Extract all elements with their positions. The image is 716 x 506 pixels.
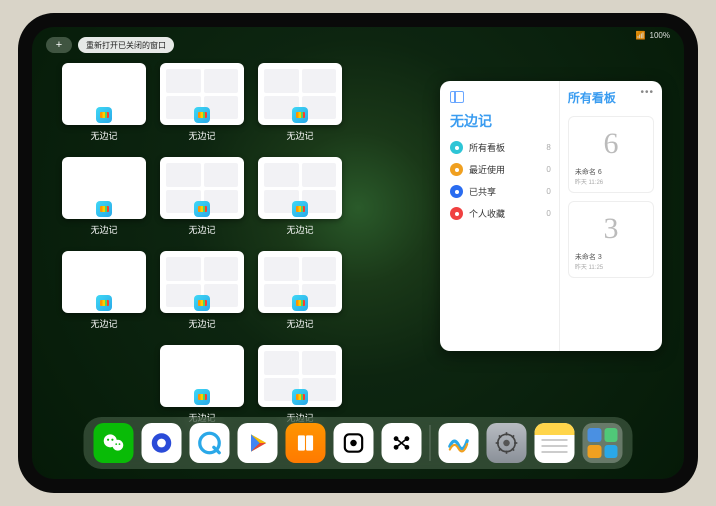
window-preview [258,63,342,125]
sidebar-toggle-icon[interactable] [450,91,464,103]
sidebar-title: 无边记 [450,111,551,131]
more-icon[interactable]: ••• [640,87,654,98]
sidebar-list: 所有看板 8 最近使用 0 已共享 0 个人收藏 0 [450,141,551,220]
sidebar-item-icon [450,207,463,220]
quark-icon[interactable] [190,423,230,463]
window-thumb[interactable]: 无边记 [62,63,146,145]
freeform-mini-icon [194,201,210,217]
top-controls: + 重新打开已关闭的窗口 [46,37,174,53]
window-thumb[interactable]: 无边记 [258,345,342,427]
sidebar-item-count: 8 [546,143,550,152]
sidebar-item-label: 已共享 [469,185,496,198]
wifi-icon: 📶 [636,31,646,40]
window-preview [258,157,342,219]
window-preview [160,63,244,125]
window-thumb[interactable]: 无边记 [160,63,244,145]
freeform-mini-icon [194,107,210,123]
dock [84,417,633,469]
dice-app-icon[interactable] [334,423,374,463]
dock-folder[interactable] [583,423,623,463]
board-title: 未命名 6 [573,167,604,177]
sidebar-item-label: 个人收藏 [469,207,505,220]
window-label: 无边记 [188,129,215,142]
dock-separator [430,425,431,461]
board-sketch: 6 [573,121,649,167]
window-preview [160,251,244,313]
freeform-mini-icon [194,389,210,405]
freeform-mini-icon [96,201,112,217]
sidebar-item-icon [450,185,463,198]
window-label: 无边记 [286,129,313,142]
window-grid: 无边记无边记无边记无边记无边记无边记无边记无边记无边记无边记无边记 [62,63,440,427]
new-window-button[interactable]: + [46,37,72,53]
books-icon[interactable] [286,423,326,463]
window-label: 无边记 [286,223,313,236]
qqbrowser-icon[interactable] [142,423,182,463]
freeform-mini-icon [292,201,308,217]
sidebar-item[interactable]: 已共享 0 [450,185,551,198]
sidebar-item[interactable]: 所有看板 8 [450,141,551,154]
sidebar-item-label: 所有看板 [469,141,505,154]
battery-text: 100% [650,31,670,40]
dots-app-icon[interactable] [382,423,422,463]
window-label: 无边记 [90,317,117,330]
window-preview [160,345,244,407]
window-thumb[interactable]: 无边记 [62,157,146,239]
window-thumb[interactable]: 无边记 [62,251,146,333]
window-preview [62,157,146,219]
wechat-icon[interactable] [94,423,134,463]
status-bar: 📶 100% [636,31,670,40]
sidebar-item-label: 最近使用 [469,163,505,176]
window-label: 无边记 [188,223,215,236]
board-card[interactable]: 3未命名 3昨天 11:25 [568,201,654,278]
window-preview [258,251,342,313]
ipad-device: 📶 100% + 重新打开已关闭的窗口 无边记无边记无边记无边记无边记无边记无边… [18,13,698,493]
sidebar-panel: 无边记 所有看板 8 最近使用 0 已共享 0 个人收藏 0 [440,81,560,351]
sidebar-item-icon [450,141,463,154]
window-thumb[interactable]: 无边记 [258,63,342,145]
board-date: 昨天 11:26 [573,177,605,188]
sidebar-item-count: 0 [546,187,550,196]
window-label: 无边记 [90,223,117,236]
window-thumb[interactable]: 无边记 [160,345,244,427]
reopen-closed-window-button[interactable]: 重新打开已关闭的窗口 [78,37,174,53]
window-thumb[interactable]: 无边记 [258,157,342,239]
board-title: 未命名 3 [573,252,604,262]
board-date: 昨天 11:25 [573,262,605,273]
window-thumb[interactable]: 无边记 [258,251,342,333]
window-thumb[interactable]: 无边记 [160,251,244,333]
sidebar-item-count: 0 [546,165,550,174]
freeform-mini-icon [96,107,112,123]
window-preview [160,157,244,219]
board-card[interactable]: 6未命名 6昨天 11:26 [568,116,654,193]
sidebar-item-icon [450,163,463,176]
board-sketch: 3 [573,206,649,252]
board-list: 6未命名 6昨天 11:26 3未命名 3昨天 11:25 [568,116,654,278]
window-thumb[interactable]: 无边记 [160,157,244,239]
sidebar-item-count: 0 [546,209,550,218]
window-label: 无边记 [286,317,313,330]
window-preview [258,345,342,407]
freeform-mini-icon [292,389,308,405]
window-preview [62,63,146,125]
play-store-icon[interactable] [238,423,278,463]
freeform-mini-icon [194,295,210,311]
settings-icon[interactable] [487,423,527,463]
sidebar-item[interactable]: 最近使用 0 [450,163,551,176]
window-preview [62,251,146,313]
freeform-mini-icon [292,107,308,123]
boards-panel: ••• 所有看板 6未命名 6昨天 11:263未命名 3昨天 11:25 [560,81,662,351]
notes-icon[interactable] [535,423,575,463]
freeform-icon[interactable] [439,423,479,463]
sidebar-item[interactable]: 个人收藏 0 [450,207,551,220]
screen: 📶 100% + 重新打开已关闭的窗口 无边记无边记无边记无边记无边记无边记无边… [32,27,684,479]
freeform-app-window[interactable]: 无边记 所有看板8最近使用0已共享0个人收藏0 ••• 所有看板 6未命名 6昨… [440,81,662,351]
freeform-mini-icon [292,295,308,311]
window-label: 无边记 [188,317,215,330]
freeform-mini-icon [96,295,112,311]
window-label: 无边记 [90,129,117,142]
